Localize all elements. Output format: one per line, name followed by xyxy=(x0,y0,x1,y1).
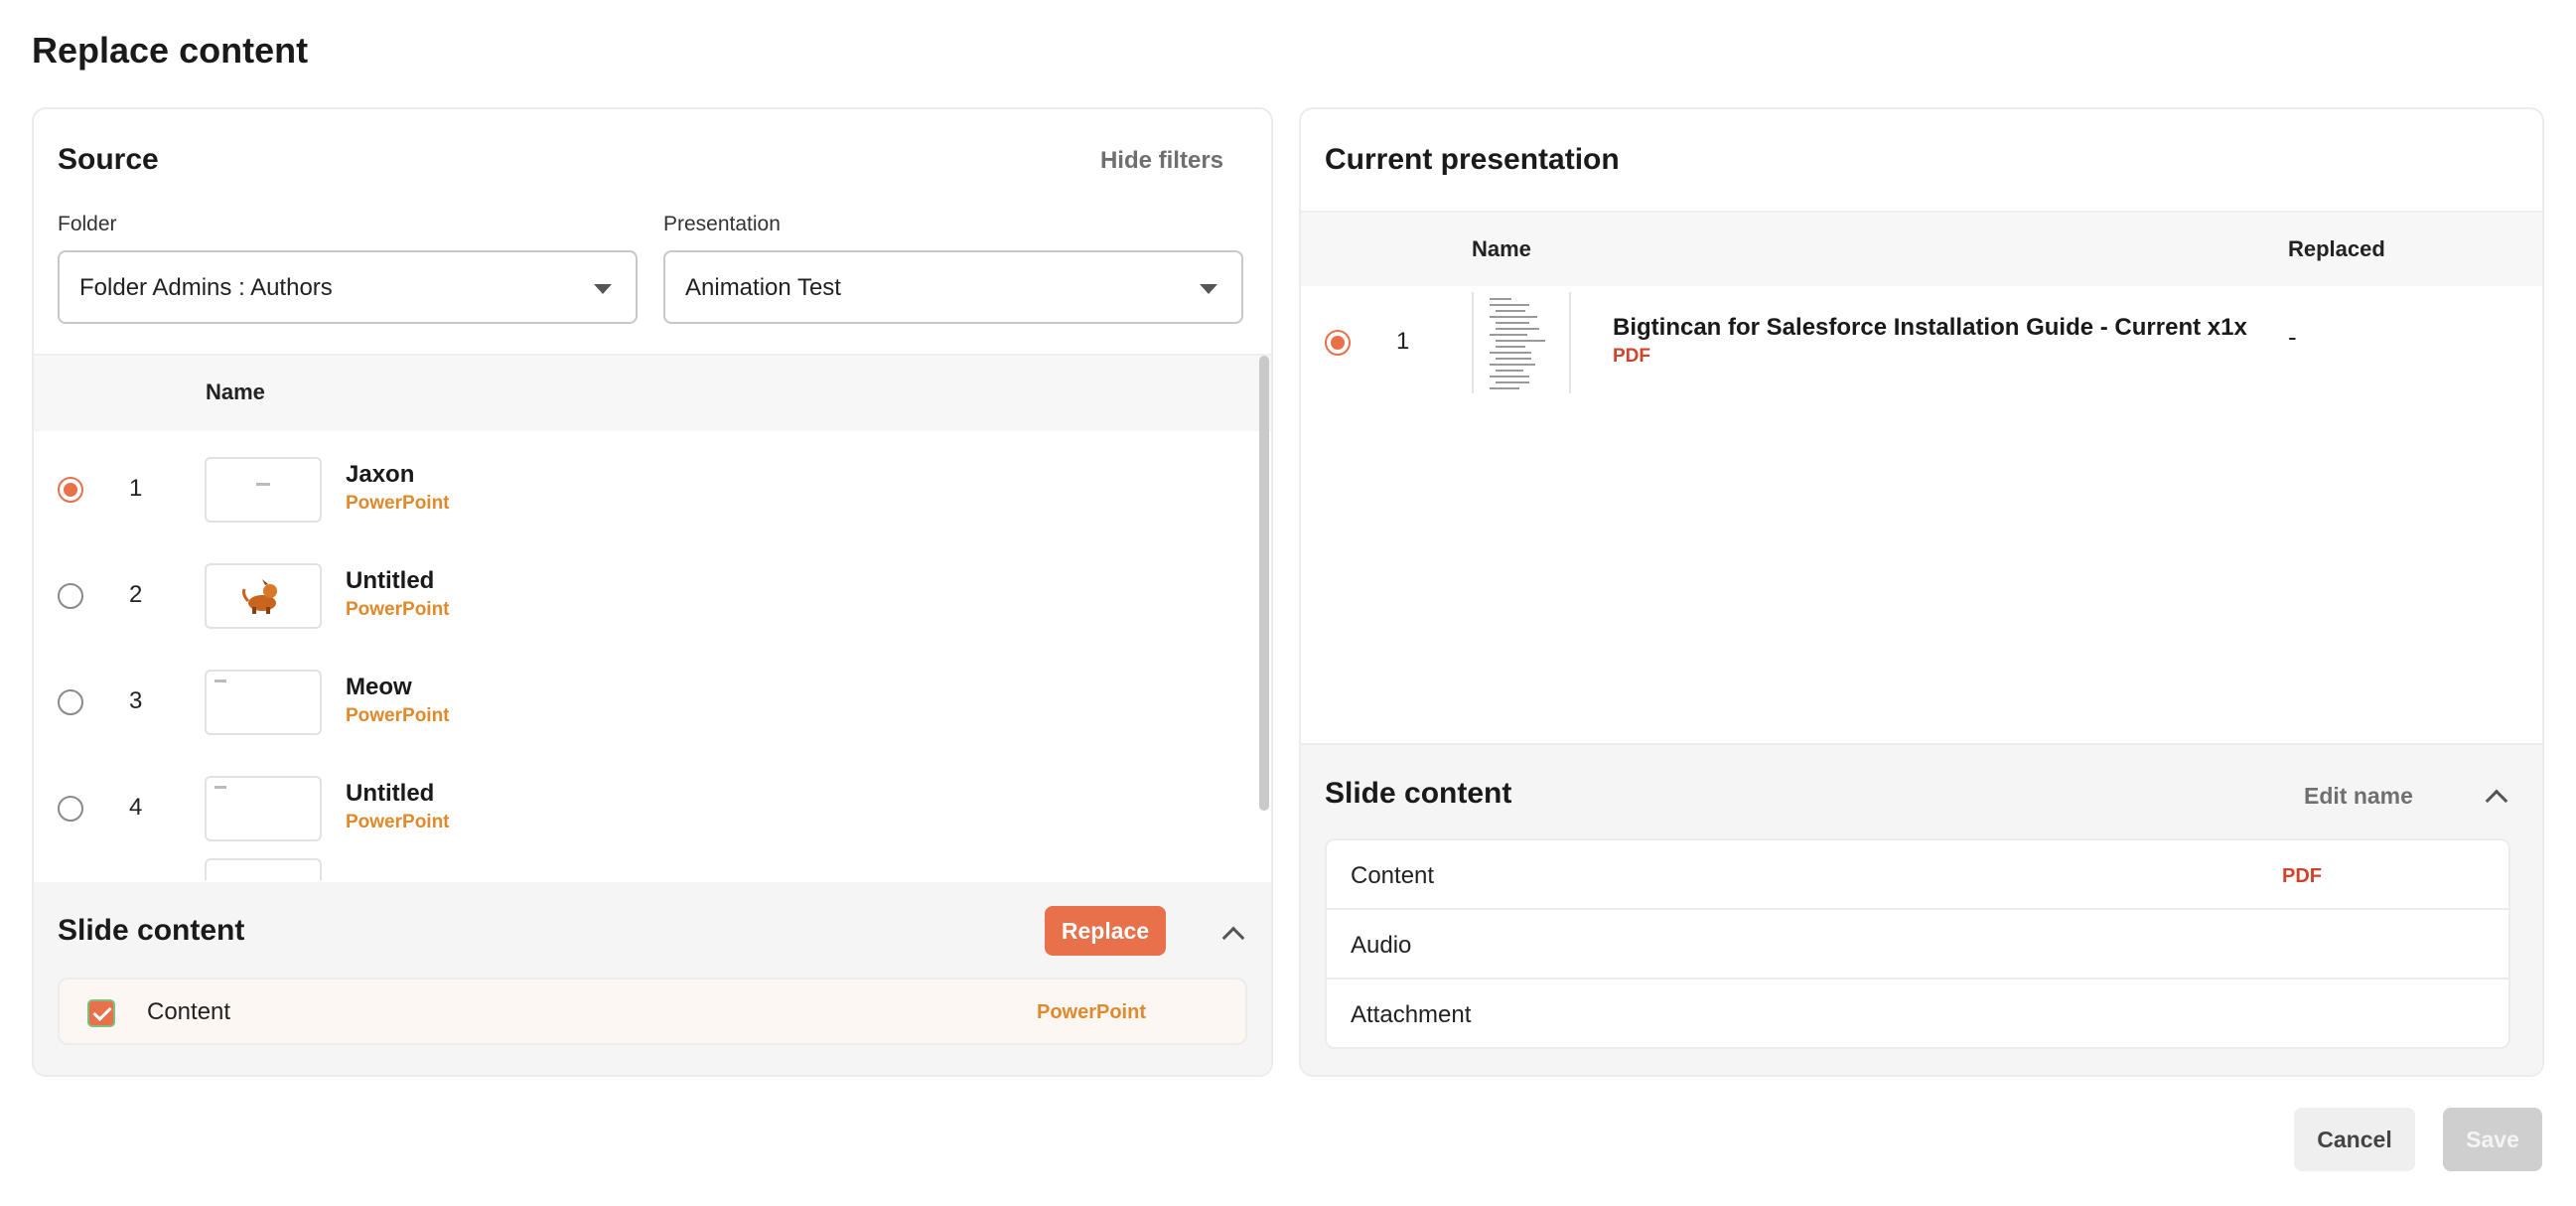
caret-down-icon xyxy=(594,284,612,294)
slide-title: Untitled xyxy=(346,567,435,594)
slide-thumbnail-partial xyxy=(205,858,322,880)
source-slide-list: Name 1 Jaxon PowerPoint 2 Untitled Power… xyxy=(34,354,1271,880)
document-thumbnail xyxy=(1472,292,1571,393)
hide-filters-button[interactable]: Hide filters xyxy=(1100,147,1223,175)
caret-down-icon xyxy=(1200,284,1217,294)
current-slide-content-section: Slide content Edit name Content PDF Audi… xyxy=(1301,743,2542,1075)
content-label: Content xyxy=(147,998,231,1025)
dog-image-icon xyxy=(242,579,277,614)
dialog-title: Replace content xyxy=(32,30,309,71)
chevron-up-icon[interactable] xyxy=(2485,789,2508,813)
presentation-select-value: Animation Test xyxy=(685,274,841,301)
list-item: Content PDF xyxy=(1327,840,2508,910)
slide-number: 4 xyxy=(129,794,143,821)
replace-content-dialog: Replace content Source Hide filters Fold… xyxy=(0,0,2576,1206)
list-item: Audio xyxy=(1327,910,2508,980)
slide-number: 3 xyxy=(129,687,143,714)
slide-type: PowerPoint xyxy=(346,705,450,726)
save-button[interactable]: Save xyxy=(2443,1108,2542,1171)
slide-content-list: Content PDF Audio Attachment xyxy=(1325,838,2510,1049)
list-header: Name xyxy=(34,356,1271,431)
radio-selected[interactable] xyxy=(1325,330,1351,356)
slide-number: 1 xyxy=(1396,328,1410,355)
source-slide-content-section: Slide content Replace Content PowerPoint xyxy=(34,882,1271,1075)
slide-number: 1 xyxy=(129,475,143,502)
slide-thumbnail xyxy=(205,457,322,523)
edit-name-button[interactable]: Edit name xyxy=(2304,783,2413,810)
presentation-label: Presentation xyxy=(663,213,781,235)
folder-label: Folder xyxy=(58,213,117,235)
list-item[interactable]: 1 Jaxon PowerPoint xyxy=(34,437,1255,543)
folder-select-value: Folder Admins : Authors xyxy=(79,274,333,301)
content-row: Content PowerPoint xyxy=(58,978,1247,1045)
current-presentation-panel: Current presentation Name Replaced 1 Big… xyxy=(1299,107,2544,1077)
radio-unselected[interactable] xyxy=(58,689,83,715)
list-item[interactable]: 4 Untitled PowerPoint xyxy=(34,756,1255,862)
column-replaced-header: Replaced xyxy=(2288,236,2385,261)
slide-thumbnail xyxy=(205,670,322,735)
chevron-up-icon[interactable] xyxy=(1221,926,1245,950)
slide-content-label: Attachment xyxy=(1351,1001,1472,1028)
slide-content-type: PDF xyxy=(2282,865,2322,887)
current-presentation-heading: Current presentation xyxy=(1325,143,1620,176)
slide-type: PowerPoint xyxy=(346,599,450,620)
slide-title: Untitled xyxy=(346,780,435,807)
column-name-header: Name xyxy=(1472,236,1531,261)
slide-number: 2 xyxy=(129,581,143,608)
slide-thumbnail xyxy=(205,776,322,841)
slide-type: PowerPoint xyxy=(346,812,450,832)
slide-content-heading: Slide content xyxy=(1325,777,1512,810)
slide-content-label: Content xyxy=(1351,862,1435,889)
presentation-select[interactable]: Animation Test xyxy=(663,250,1243,324)
document-type: PDF xyxy=(1613,346,1650,367)
list-item[interactable]: 2 Untitled PowerPoint xyxy=(34,543,1255,650)
source-heading: Source xyxy=(58,143,159,176)
cancel-button[interactable]: Cancel xyxy=(2294,1108,2415,1171)
slide-content-heading: Slide content xyxy=(58,914,245,947)
content-type: PowerPoint xyxy=(1036,1001,1146,1023)
table-row[interactable]: 1 Bigtincan for Salesforce Installation … xyxy=(1301,288,2542,397)
content-checkbox[interactable] xyxy=(87,999,115,1027)
slide-type: PowerPoint xyxy=(346,493,450,514)
list-item[interactable]: 3 Meow PowerPoint xyxy=(34,650,1255,756)
slide-thumbnail xyxy=(205,563,322,629)
list-scrollbar[interactable] xyxy=(1259,356,1269,811)
slide-title: Jaxon xyxy=(346,461,415,488)
radio-selected[interactable] xyxy=(58,477,83,503)
replaced-value: - xyxy=(2288,322,2297,352)
replace-button[interactable]: Replace xyxy=(1045,906,1166,956)
radio-unselected[interactable] xyxy=(58,796,83,822)
source-panel: Source Hide filters Folder Folder Admins… xyxy=(32,107,1273,1077)
folder-select[interactable]: Folder Admins : Authors xyxy=(58,250,638,324)
list-item: Attachment xyxy=(1327,980,2508,1049)
current-table-header: Name Replaced xyxy=(1301,211,2542,286)
radio-unselected[interactable] xyxy=(58,583,83,609)
slide-content-label: Audio xyxy=(1351,932,1412,959)
column-name-header: Name xyxy=(206,379,265,404)
slide-title: Meow xyxy=(346,674,412,700)
document-title: Bigtincan for Salesforce Installation Gu… xyxy=(1613,314,2247,341)
